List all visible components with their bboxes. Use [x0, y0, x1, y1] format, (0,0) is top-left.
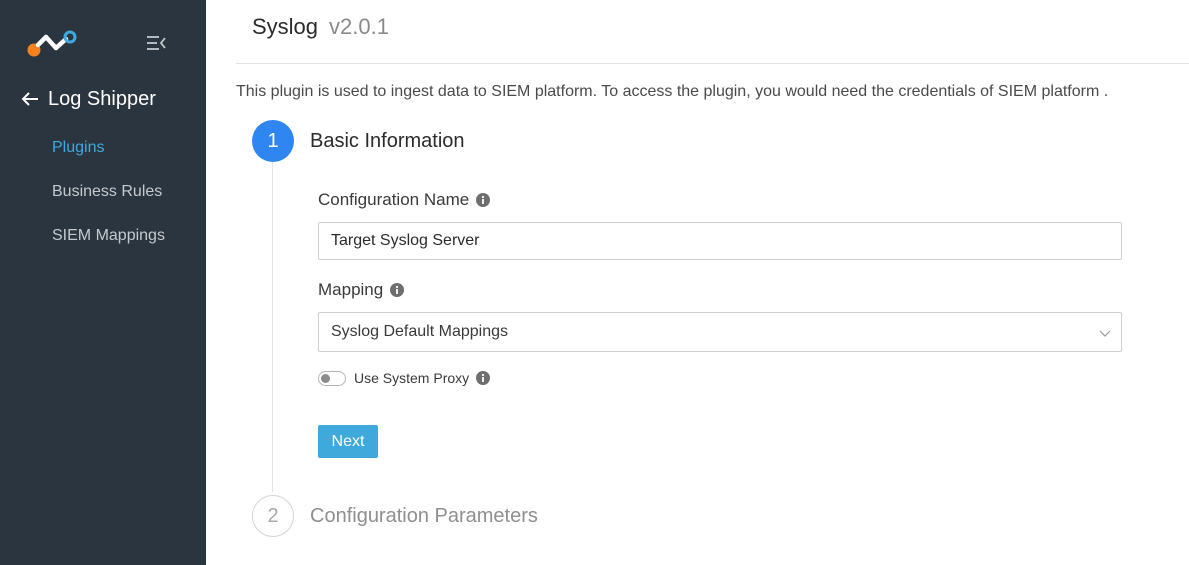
mapping-select[interactable]: Syslog Default Mappings — [318, 312, 1122, 352]
page-header: Syslog v2.0.1 — [252, 14, 389, 40]
app-logo-icon[interactable] — [26, 28, 78, 58]
arrow-left-icon — [21, 92, 38, 106]
section-title: Log Shipper — [48, 87, 156, 110]
sidebar-item-business-rules[interactable]: Business Rules — [52, 182, 165, 226]
next-button[interactable]: Next — [318, 425, 378, 458]
step-1-indicator: 1 — [252, 120, 294, 162]
sidebar-nav: Plugins Business Rules SIEM Mappings — [52, 138, 165, 270]
sidebar: Log Shipper Plugins Business Rules SIEM … — [0, 0, 206, 565]
header-divider — [236, 63, 1189, 64]
config-name-input[interactable] — [318, 222, 1122, 260]
step-2-indicator[interactable]: 2 — [252, 495, 294, 537]
mapping-label-text: Mapping — [318, 280, 384, 299]
mapping-selected-value: Syslog Default Mappings — [331, 323, 508, 340]
config-name-label: Configuration Name — [318, 190, 491, 210]
config-name-label-text: Configuration Name — [318, 190, 470, 209]
sidebar-item-plugins[interactable]: Plugins — [52, 138, 165, 182]
chevron-down-icon — [1099, 330, 1111, 337]
back-to-log-shipper[interactable]: Log Shipper — [20, 86, 156, 112]
info-icon[interactable] — [476, 193, 491, 207]
plugin-description: This plugin is used to ingest data to SI… — [236, 83, 1109, 100]
mapping-label: Mapping — [318, 280, 405, 300]
sidebar-item-siem-mappings[interactable]: SIEM Mappings — [52, 226, 165, 270]
stepper-connector — [272, 162, 273, 492]
info-icon[interactable] — [390, 283, 405, 297]
plugin-version: v2.0.1 — [329, 14, 389, 39]
info-icon[interactable] — [476, 371, 491, 385]
toggle-knob — [321, 373, 330, 383]
collapse-menu-icon[interactable] — [145, 34, 167, 52]
step-2-label[interactable]: Configuration Parameters — [310, 505, 538, 528]
step-1-label: Basic Information — [310, 130, 465, 152]
system-proxy-row: Use System Proxy — [318, 370, 491, 386]
system-proxy-label: Use System Proxy — [354, 370, 470, 386]
page-title: Syslog — [252, 14, 319, 39]
system-proxy-toggle[interactable] — [318, 370, 346, 386]
